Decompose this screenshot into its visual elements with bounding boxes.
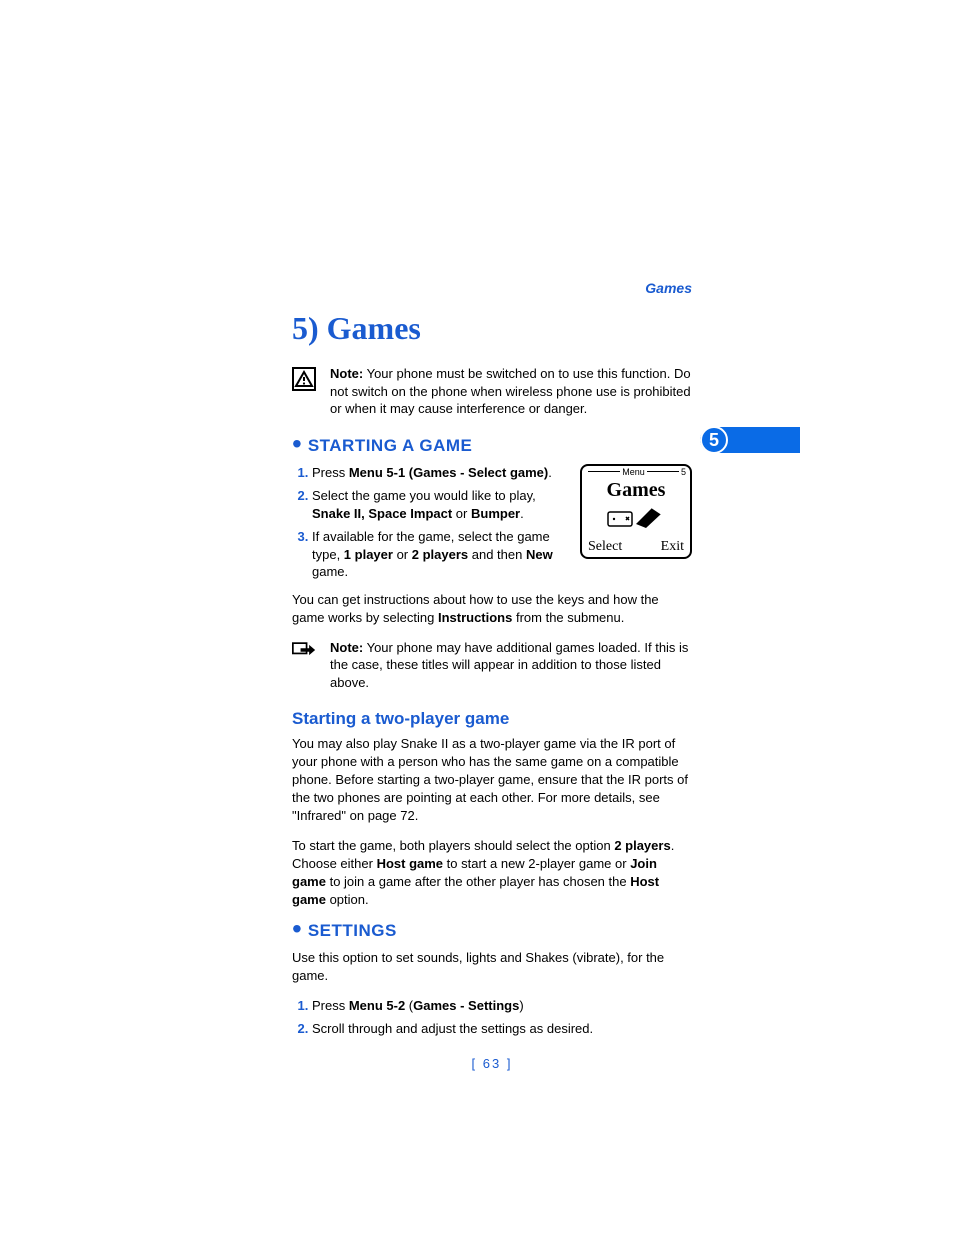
phone-screen-illustration: Menu 5 Games Select Exit [580,464,692,559]
note-arrow-icon [292,641,316,659]
note-additional-games: Note: Your phone may have additional gam… [292,639,692,692]
note-label: Note: [330,366,363,381]
instructions-paragraph: You can get instructions about how to us… [292,591,692,627]
note-body: Your phone may have additional games loa… [330,640,688,690]
page-number: [ 63 ] [292,1056,692,1071]
section-title: STARTING A GAME [308,436,473,456]
page-content: Games 5) Games Note: Your phone must be … [292,280,692,1071]
two-player-p2: To start the game, both players should s… [292,837,692,909]
settings-description: Use this option to set sounds, lights an… [292,949,692,985]
note-text: Note: Your phone must be switched on to … [330,365,692,418]
section-heading-settings: • SETTINGS [292,921,692,941]
subsection-two-player: Starting a two-player game [292,709,692,729]
section-title: SETTINGS [308,921,397,941]
phone-screen-title: Games [586,480,686,500]
two-player-p1: You may also play Snake II as a two-play… [292,735,692,825]
phone-softkey-left: Select [588,539,622,555]
note-warning: Note: Your phone must be switched on to … [292,365,692,418]
bullet-icon: • [292,919,302,939]
section-heading-starting: • STARTING A GAME [292,436,692,456]
settings-step-2: Scroll through and adjust the settings a… [312,1020,692,1038]
note-label: Note: [330,640,363,655]
phone-softkey-right: Exit [661,539,684,555]
note-body: Your phone must be switched on to use th… [330,366,691,416]
step-2: Select the game you would like to play, … [312,487,568,522]
chapter-number-badge: 5 [700,426,728,454]
starting-game-steps: Press Menu 5-1 (Games - Select game). Se… [292,464,568,581]
bullet-icon: • [292,434,302,454]
chapter-tab-marker: 5 [700,427,800,453]
phone-menu-index: 5 [681,467,686,477]
settings-steps: Press Menu 5-2 (Games - Settings) Scroll… [292,997,692,1038]
games-icon [606,504,666,530]
chapter-title: 5) Games [292,310,692,347]
running-header: Games [292,280,692,296]
step-3: If available for the game, select the ga… [312,528,568,581]
note-text: Note: Your phone may have additional gam… [330,639,692,692]
step-1: Press Menu 5-1 (Games - Select game). [312,464,568,482]
phone-menu-label: Menu [622,467,645,477]
settings-step-1: Press Menu 5-2 (Games - Settings) [312,997,692,1015]
warning-icon [292,367,316,391]
